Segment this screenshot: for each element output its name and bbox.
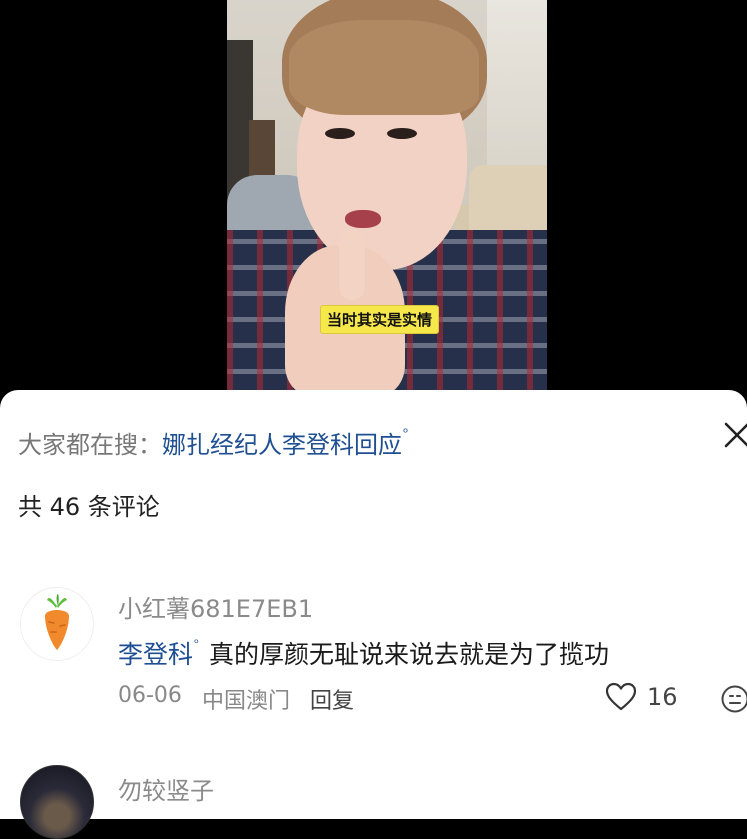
background-window <box>487 0 547 180</box>
person-fringe <box>289 20 479 115</box>
emoji-react-icon[interactable] <box>720 684 747 718</box>
person-finger <box>339 230 365 300</box>
video-player[interactable]: 当时其实是实情 <box>0 0 747 400</box>
person-eye-left <box>325 128 355 139</box>
search-icon: ᵒ <box>194 636 199 650</box>
comment-count: 共 46 条评论 <box>18 487 160 522</box>
comment-date: 06-06 <box>118 683 182 715</box>
background-shelf <box>249 120 275 180</box>
person-mouth <box>345 210 381 228</box>
avatar[interactable] <box>20 765 94 839</box>
search-icon: ᵒ <box>403 426 408 441</box>
video-subtitle: 当时其实是实情 <box>320 305 439 334</box>
comment-username[interactable]: 勿较竖子 <box>118 771 214 806</box>
person-eye-right <box>387 128 417 139</box>
background-sofa <box>469 165 547 240</box>
hot-search-prefix: 大家都在搜： <box>18 425 162 460</box>
like-button[interactable]: 16 <box>605 682 678 712</box>
comment-username[interactable]: 小红薯681E7EB1 <box>118 589 313 624</box>
heart-icon <box>605 682 637 712</box>
comment-body: 李登科 ᵒ 真的厚颜无耻说来说去就是为了揽功 <box>118 635 609 671</box>
reply-button[interactable]: 回复 <box>310 683 354 715</box>
like-count: 16 <box>647 683 678 711</box>
comment-location: 中国澳门 <box>202 683 290 715</box>
avatar[interactable] <box>20 587 94 661</box>
mention-link[interactable]: 李登科 <box>118 635 193 671</box>
comment-meta: 06-06 中国澳门 回复 <box>118 683 354 715</box>
carrot-icon <box>21 588 93 660</box>
hot-search-term[interactable]: 娜扎经纪人李登科回应 <box>162 425 402 460</box>
hot-search-link[interactable]: 大家都在搜： 娜扎经纪人李登科回应 ᵒ <box>18 425 408 460</box>
comment-sheet: 大家都在搜： 娜扎经纪人李登科回应 ᵒ 共 46 条评论 小红薯681E7EB1… <box>0 390 747 819</box>
close-icon[interactable] <box>720 418 747 452</box>
comment-text: 真的厚颜无耻说来说去就是为了揽功 <box>209 635 609 671</box>
